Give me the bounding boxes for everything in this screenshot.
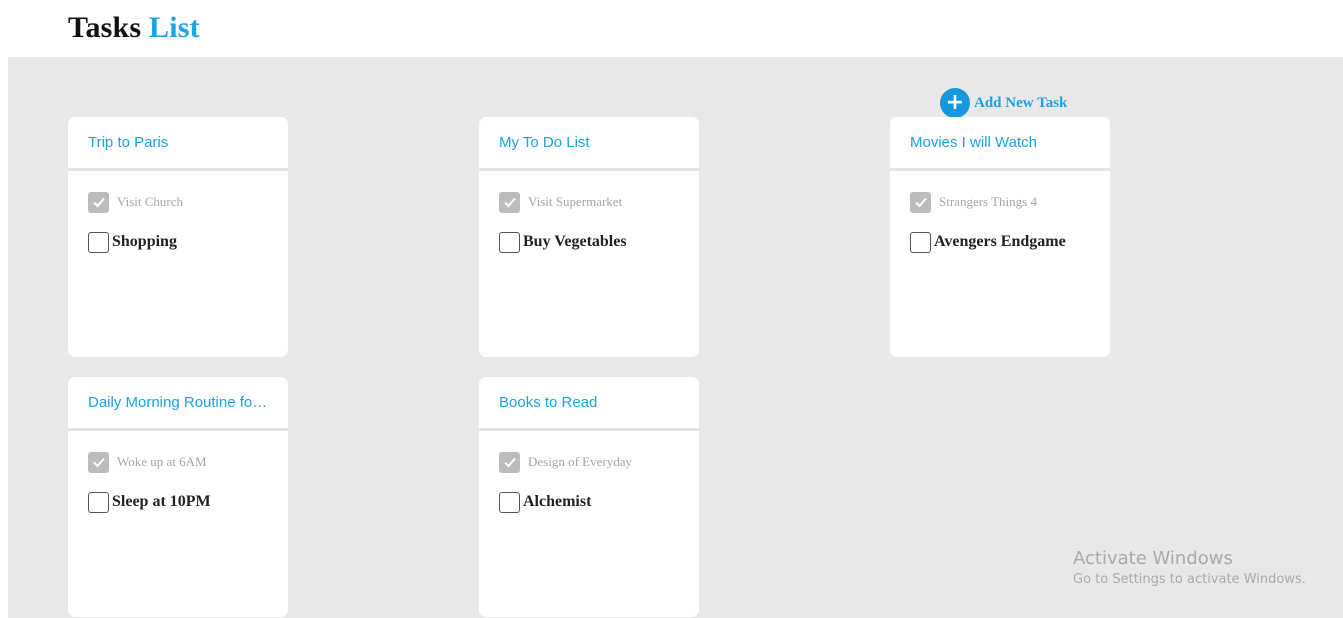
task-item[interactable]: Alchemist: [499, 490, 679, 514]
page-title: Tasks List: [68, 11, 200, 45]
watermark-title: Activate Windows: [1073, 548, 1233, 569]
add-new-task-button[interactable]: + Add New Task: [940, 88, 1067, 118]
checked-checkbox-icon[interactable]: [910, 191, 931, 213]
task-card: Books to Read Design of Everyday Alchemi…: [479, 377, 699, 617]
watermark-subtitle: Go to Settings to activate Windows.: [1073, 572, 1306, 587]
unchecked-checkbox-icon[interactable]: [88, 491, 109, 513]
add-new-task-label: Add New Task: [974, 94, 1068, 111]
task-item[interactable]: Shopping: [88, 230, 268, 254]
card-title[interactable]: Daily Morning Routine for...: [88, 394, 268, 411]
unchecked-checkbox-icon[interactable]: [88, 231, 109, 253]
card-header: Trip to Paris: [68, 117, 288, 171]
task-card: Movies I will Watch Strangers Things 4 A…: [890, 117, 1110, 357]
task-label: Strangers Things 4: [939, 194, 1037, 209]
task-item[interactable]: Visit Church: [88, 190, 268, 214]
task-item[interactable]: Avengers Endgame: [910, 230, 1090, 254]
task-label: Avengers Endgame: [934, 233, 1066, 250]
card-header: My To Do List: [479, 117, 699, 171]
task-label: Design of Everyday: [528, 454, 632, 469]
task-list: Woke up at 6AM Sleep at 10PM: [68, 431, 288, 514]
checked-checkbox-icon[interactable]: [499, 451, 520, 473]
task-card: Trip to Paris Visit Church Shopping: [68, 117, 288, 357]
checked-checkbox-icon[interactable]: [88, 451, 109, 473]
activate-windows-watermark: Activate Windows Go to Settings to activ…: [1073, 547, 1306, 589]
task-label: Sleep at 10PM: [112, 493, 211, 510]
task-label: Shopping: [112, 233, 177, 250]
card-title[interactable]: Trip to Paris: [88, 134, 168, 151]
task-card: My To Do List Visit Supermarket Buy Vege…: [479, 117, 699, 357]
task-list: Visit Supermarket Buy Vegetables: [479, 171, 699, 254]
card-header: Books to Read: [479, 377, 699, 431]
checked-checkbox-icon[interactable]: [499, 191, 520, 213]
task-item[interactable]: Design of Everyday: [499, 450, 679, 474]
task-card: Daily Morning Routine for... Woke up at …: [68, 377, 288, 617]
page-title-main: Tasks: [68, 11, 142, 44]
task-list: Strangers Things 4 Avengers Endgame: [890, 171, 1110, 254]
task-list: Design of Everyday Alchemist: [479, 431, 699, 514]
task-item[interactable]: Sleep at 10PM: [88, 490, 268, 514]
unchecked-checkbox-icon[interactable]: [499, 491, 520, 513]
task-board: + Add New Task Trip to Paris Visit Churc…: [8, 57, 1343, 618]
task-list: Visit Church Shopping: [68, 171, 288, 254]
unchecked-checkbox-icon[interactable]: [910, 231, 931, 253]
card-title[interactable]: Movies I will Watch: [910, 134, 1037, 151]
task-label: Alchemist: [523, 493, 592, 510]
task-label: Buy Vegetables: [523, 233, 627, 250]
task-label: Visit Church: [117, 194, 184, 209]
page-header: Tasks List: [68, 0, 200, 56]
task-item[interactable]: Buy Vegetables: [499, 230, 679, 254]
task-label: Woke up at 6AM: [117, 454, 207, 469]
checked-checkbox-icon[interactable]: [88, 191, 109, 213]
card-title[interactable]: Books to Read: [499, 394, 597, 411]
page-title-accent: List: [149, 11, 200, 44]
task-item[interactable]: Visit Supermarket: [499, 190, 679, 214]
unchecked-checkbox-icon[interactable]: [499, 231, 520, 253]
card-header: Movies I will Watch: [890, 117, 1110, 171]
task-label: Visit Supermarket: [528, 194, 623, 209]
card-header: Daily Morning Routine for...: [68, 377, 288, 431]
card-title[interactable]: My To Do List: [499, 134, 590, 151]
task-item[interactable]: Strangers Things 4: [910, 190, 1090, 214]
plus-circle-icon: +: [940, 88, 970, 118]
task-item[interactable]: Woke up at 6AM: [88, 450, 268, 474]
